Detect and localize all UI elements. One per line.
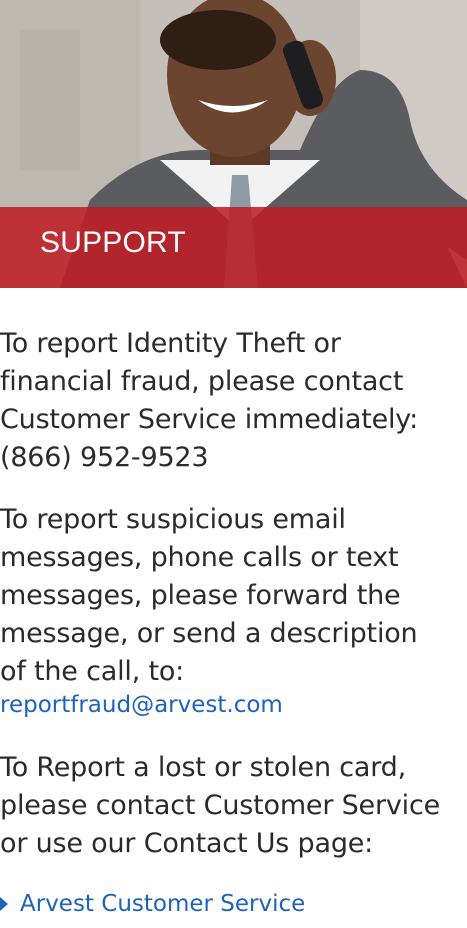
- para1-line: To report Identity Theft or: [0, 328, 341, 359]
- page-title: SUPPORT: [40, 226, 186, 259]
- suspicious-messages-paragraph: To report suspicious email messages, pho…: [0, 501, 467, 691]
- para3-line: or use our Contact Us page:: [0, 828, 374, 859]
- para1-line: financial fraud, please contact: [0, 366, 404, 397]
- customer-service-link-label: Arvest Customer Service: [20, 891, 306, 917]
- para2-line: message, or send a description: [0, 618, 418, 649]
- para2-line: messages, please forward the: [0, 580, 401, 611]
- customer-service-link[interactable]: Arvest Customer Service: [0, 891, 305, 917]
- phone-number[interactable]: (866) 952-9523: [0, 442, 209, 473]
- triangle-right-icon: [0, 897, 8, 911]
- lost-card-paragraph: To Report a lost or stolen card, please …: [0, 749, 467, 863]
- para2-line: messages, phone calls or text: [0, 542, 399, 573]
- para3-line: To Report a lost or stolen card,: [0, 752, 406, 783]
- para3-line: please contact Customer Service: [0, 790, 440, 821]
- para1-line: Customer Service immediately:: [0, 404, 419, 435]
- hero-photo: SUPPORT: [0, 0, 467, 288]
- para2-line: of the call, to:: [0, 656, 185, 687]
- report-fraud-email-link[interactable]: reportfraud@arvest.com: [0, 692, 283, 718]
- identity-theft-paragraph: To report Identity Theft or financial fr…: [0, 325, 467, 477]
- para2-line: To report suspicious email: [0, 504, 346, 535]
